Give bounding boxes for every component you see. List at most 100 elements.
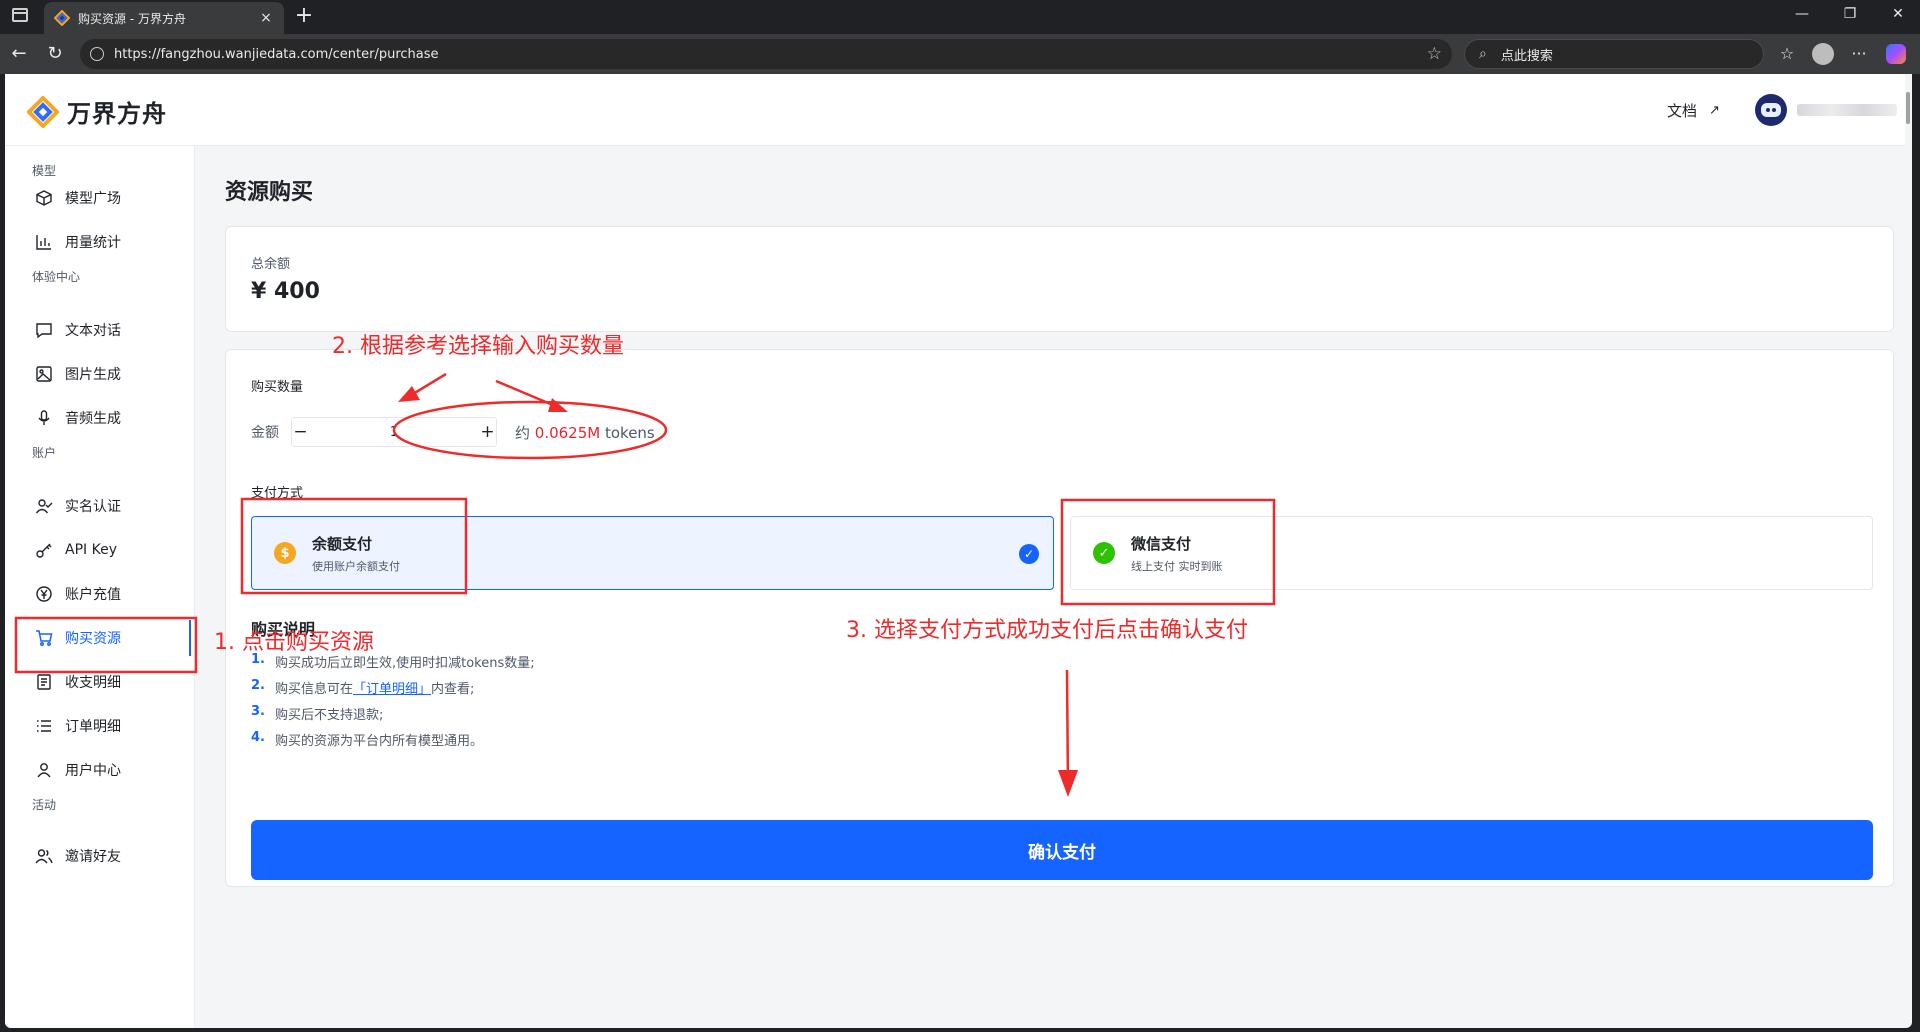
sidebar-item-label: 文本对话 [65,323,121,339]
user-avatar[interactable] [1755,94,1787,126]
logo-text: 万界方舟 [67,100,167,128]
image-icon [35,365,53,383]
key-icon [35,541,53,559]
note-text: 购买的资源为平台内所有模型通用。 [275,734,484,749]
annotation-step-2: 2. 根据参考选择输入购买数量 [332,334,624,359]
balance-card: 总余额 ¥ 400 [225,226,1894,332]
chat-icon [35,321,53,339]
balance-value: ¥ 400 [251,279,320,304]
search-icon: ⌕ [1479,46,1487,62]
tab-actions-icon[interactable] [12,8,28,22]
sidebar-item-label: 购买资源 [65,631,121,647]
sidebar-item-label: 邀请好友 [65,849,121,865]
logo-mark-icon [27,95,59,128]
browser-profile-avatar[interactable] [1812,43,1834,65]
tokens-estimate: 约 0.0625M tokens [515,422,655,443]
order-details-link[interactable]: 「订单明细」 [353,678,431,697]
page-scrollbar[interactable] [1906,92,1910,124]
address-bar[interactable]: https://fangzhou.wanjiedata.com/center/p… [80,39,1452,69]
site-logo[interactable]: 万界方舟 [27,94,167,129]
bar-chart-icon [35,233,53,251]
note-item: 4. 购买的资源为平台内所有模型通用。 [251,730,483,749]
user-icon [35,761,53,779]
sidebar-item-purchase[interactable]: 购买资源 [15,620,191,656]
close-window-button[interactable]: ✕ [1888,6,1908,22]
quantity-input[interactable] [309,418,479,446]
docs-link[interactable]: 文档 ↗ [1667,100,1720,121]
sidebar-item-label: 用量统计 [65,235,121,251]
sidebar-item-label: 模型广场 [65,191,121,207]
external-link-icon: ↗ [1709,103,1720,118]
sidebar-item-label: 音频生成 [65,411,121,427]
sidebar-item-api-key[interactable]: API Key [15,532,191,568]
cart-icon [35,629,53,647]
copilot-icon[interactable] [1886,44,1906,64]
restore-button[interactable]: ❐ [1840,6,1860,22]
document-icon [35,673,53,691]
tokens-value: 0.0625M [534,423,601,442]
sidebar-item-transactions[interactable]: 收支明细 [15,664,191,700]
sidebar-item-label: 订单明细 [65,719,121,735]
sidebar-group-label: 体验中心 [32,270,81,284]
sidebar-item-orders[interactable]: 订单明细 [15,708,191,744]
list-icon [35,717,53,735]
sidebar-item-usage[interactable]: 用量统计 [15,224,191,260]
user-check-icon [35,497,53,515]
sidebar-item-invite[interactable]: 邀请好友 [15,838,191,874]
more-menu-icon[interactable]: ··· [1848,43,1870,65]
new-tab-button[interactable]: + [292,4,316,28]
sidebar-group-label: 账户 [32,446,57,460]
sidebar-item-label: 收支明细 [65,675,121,691]
note-text: 内查看; [431,682,475,697]
note-text: 购买信息可在 [275,682,354,697]
sidebar-group-label: 模型 [32,164,57,178]
sidebar-item-model-square[interactable]: 模型广场 [15,180,191,216]
sidebar-item-text-chat[interactable]: 文本对话 [15,312,191,348]
payment-option-desc: 线上支付 实时到账 [1131,559,1223,573]
favorites-icon[interactable]: ☆ [1776,43,1798,65]
payment-option-balance[interactable]: $ 余额支付 使用账户余额支付 ✓ [251,516,1054,590]
sidebar-item-label: 账户充值 [65,587,121,603]
back-button[interactable]: ← [8,43,30,65]
reload-button[interactable]: ↻ [44,43,66,65]
confirm-payment-button[interactable]: 确认支付 [251,820,1873,880]
sidebar-item-user-center[interactable]: 用户中心 [15,752,191,788]
browser-search-box[interactable]: ⌕ 点此搜索 [1464,39,1764,69]
amount-label: 金额 [251,425,279,441]
sidebar-item-recharge[interactable]: 账户充值 [15,576,191,612]
sidebar-item-image-gen[interactable]: 图片生成 [15,356,191,392]
annotation-step-3: 3. 选择支付方式成功支付后点击确认支付 [846,618,1248,643]
site-info-icon[interactable] [90,47,104,61]
note-number: 2. [251,678,265,693]
tab-close-icon[interactable]: × [258,10,274,26]
url-text[interactable]: https://fangzhou.wanjiedata.com/center/p… [114,47,1427,62]
browser-toolbar: ← ↻ https://fangzhou.wanjiedata.com/cent… [0,34,1920,74]
sidebar-item-real-name[interactable]: 实名认证 [15,488,191,524]
minimize-button[interactable]: — [1792,6,1812,22]
note-item: 3. 购买后不支持退款; [251,704,383,723]
note-text: 购买后不支持退款; [275,708,384,723]
sidebar-group-label: 活动 [32,798,57,812]
check-circle-icon: ✓ [1019,544,1039,564]
quantity-label: 购买数量 [251,380,304,395]
page-viewport: 万界方舟 文档 ↗ 模型 模型广场 用量统计 体验中心 文本对话 图片生成 音频… [5,74,1912,1028]
browser-tab-active[interactable]: 购买资源 - 万界方舟 × [44,2,284,34]
decrement-button[interactable]: − [292,418,309,446]
payment-method-label: 支付方式 [251,486,304,501]
sidebar-item-label: API Key [65,542,117,558]
payment-option-desc: 使用账户余额支付 [312,559,400,573]
quantity-stepper: − + [291,417,497,447]
payment-option-wechat[interactable]: ✓ 微信支付 线上支付 实时到账 [1070,516,1873,590]
note-number: 3. [251,704,265,719]
sidebar-item-label: 用户中心 [65,763,121,779]
increment-button[interactable]: + [479,418,496,446]
note-item: 2. 购买信息可在 「订单明细」 内查看; [251,678,474,697]
payment-option-title: 微信支付 [1131,534,1192,553]
docs-label: 文档 [1667,102,1698,120]
cube-icon [35,189,53,207]
main-content: 资源购买 总余额 ¥ 400 购买数量 金额 − + 约 0.0625M tok… [195,146,1905,1028]
sidebar-item-audio-gen[interactable]: 音频生成 [15,400,191,436]
tab-title: 购买资源 - 万界方舟 [78,11,186,26]
favorite-star-icon[interactable]: ☆ [1427,44,1442,64]
sidebar: 模型 模型广场 用量统计 体验中心 文本对话 图片生成 音频生成 账户 实名认证 [5,146,195,1028]
